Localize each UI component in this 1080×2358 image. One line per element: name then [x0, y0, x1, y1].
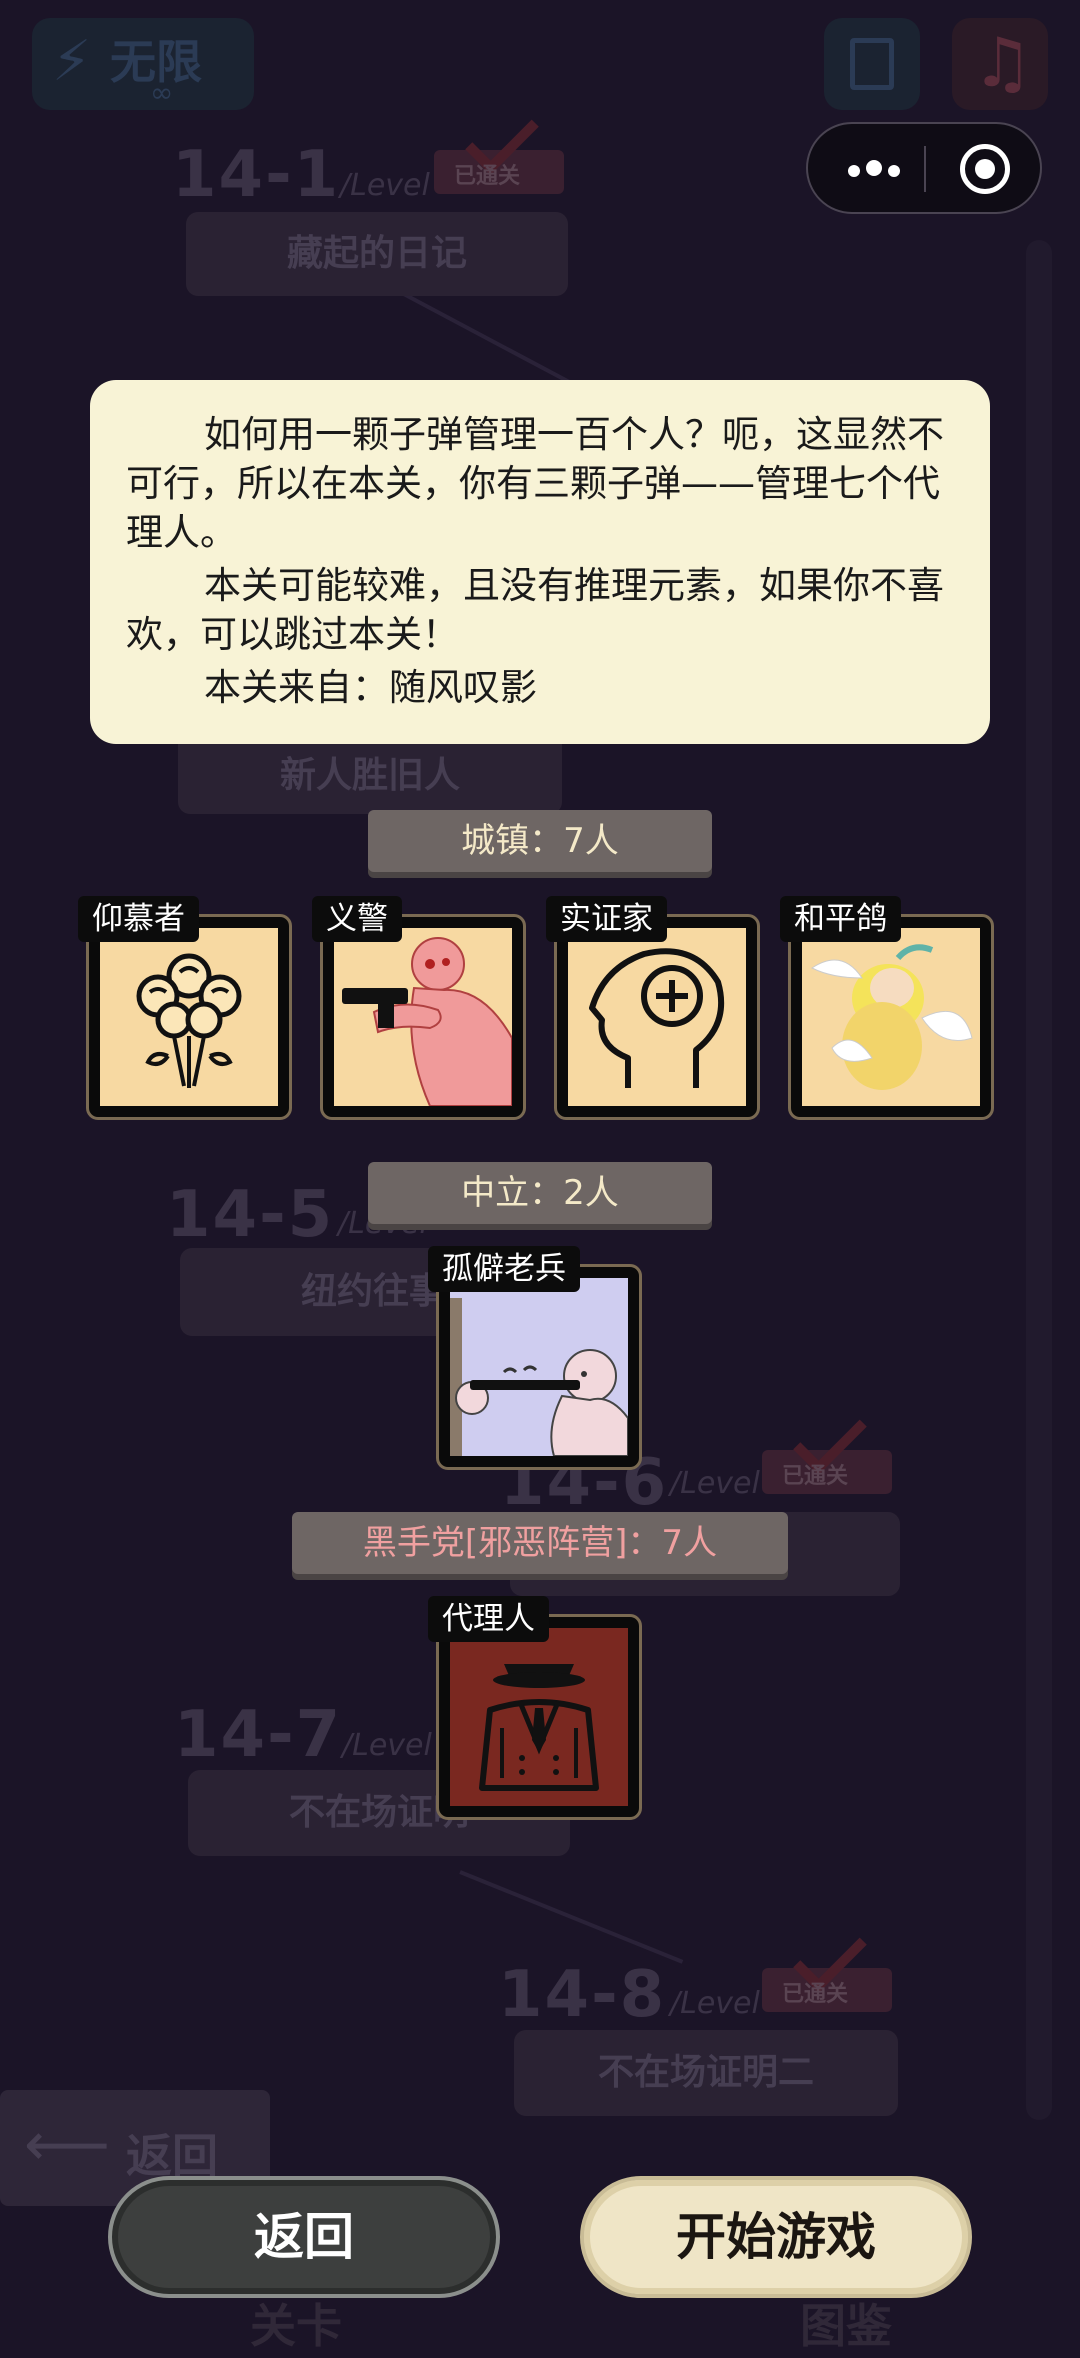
faction-header-mafia: 黑手党[邪恶阵营]：7人: [292, 1512, 788, 1574]
level-title: 新人胜旧人: [279, 755, 460, 796]
role-card-agent[interactable]: 代理人: [428, 1596, 642, 1820]
role-name: 仰慕者: [78, 896, 199, 942]
target-close-icon[interactable]: [960, 144, 1010, 194]
cleared-label: 已通关: [782, 1982, 849, 2007]
dove-angel-icon: [802, 928, 980, 1106]
veteran-gun-icon: [450, 1278, 628, 1456]
music-button[interactable]: ♫: [952, 18, 1048, 110]
miniprogram-capsule: [806, 122, 1042, 214]
cleared-badge: 已通关: [762, 1401, 892, 1508]
level-tag: /Level: [670, 1466, 760, 1501]
cleared-label: 已通关: [782, 1464, 849, 1489]
cleared-badge: 已通关: [762, 1919, 892, 2026]
music-note-icon: ♫: [972, 24, 1033, 103]
lightning-icon: ⚡: [52, 29, 92, 94]
description-source: 本关来自：随风叹影: [204, 666, 537, 709]
level-card[interactable]: 不在场证明二: [514, 2030, 898, 2116]
faction-header-town: 城镇：7人: [368, 810, 712, 872]
role-card-empiricist[interactable]: 实证家: [546, 896, 760, 1120]
role-card-peace-dove[interactable]: 和平鸽: [780, 896, 994, 1120]
role-card-vigilante[interactable]: 义警: [312, 896, 526, 1120]
level-number: 14-1: [172, 138, 341, 212]
gunman-icon: [334, 928, 512, 1106]
roses-icon: [100, 928, 278, 1106]
capsule-divider: [924, 146, 926, 192]
map-bottom-label: 关卡: [250, 2299, 342, 2353]
agent-suit-icon: [450, 1628, 628, 1806]
map-path: [459, 1870, 684, 1964]
notes-button[interactable]: [824, 18, 920, 110]
document-icon: [850, 38, 894, 90]
level-tag: /Level: [340, 168, 430, 203]
description-paragraph: 本关可能较难，且没有推理元素，如果你不喜欢，可以跳过本关！: [126, 564, 944, 656]
head-plus-icon: [568, 928, 746, 1106]
description-paragraph: 如何用一颗子弹管理一百个人？呃，这显然不可行，所以在本关，你有三颗子弹——管理七…: [126, 413, 944, 554]
level-title: 藏起的日记: [286, 233, 467, 274]
role-card-veteran[interactable]: 孤僻老兵: [428, 1246, 642, 1470]
faction-header-neutral: 中立：2人: [368, 1162, 712, 1224]
role-name: 和平鸽: [780, 896, 901, 942]
role-card-admirer[interactable]: 仰慕者: [78, 896, 292, 1120]
cleared-label: 已通关: [454, 164, 521, 189]
start-game-button[interactable]: 开始游戏: [580, 2176, 972, 2298]
arrow-left-icon: ⟵: [24, 2110, 111, 2180]
role-name: 实证家: [546, 896, 667, 942]
cleared-badge: 已通关: [434, 101, 564, 208]
back-button[interactable]: 返回: [108, 2176, 500, 2298]
energy-badge[interactable]: ⚡ 无限 ∞: [32, 18, 254, 110]
level-card[interactable]: 藏起的日记: [186, 212, 568, 296]
level-title: 不在场证明二: [597, 2052, 814, 2093]
scrollbar[interactable]: [1026, 240, 1052, 2120]
level-number: 14-8: [498, 1958, 667, 2032]
role-name: 代理人: [428, 1596, 549, 1642]
level-title: 纽约往事: [300, 1271, 445, 1312]
infinity-label: ∞: [150, 76, 174, 109]
level-number: 14-5: [166, 1178, 335, 1252]
level-tag: /Level: [670, 1986, 760, 2021]
level-number: 14-7: [174, 1698, 343, 1772]
more-dots-icon[interactable]: [848, 160, 906, 181]
role-name: 义警: [312, 896, 402, 942]
map-bottom-label-right: 图鉴: [800, 2299, 892, 2353]
role-name: 孤僻老兵: [428, 1246, 580, 1292]
level-tag: /Level: [342, 1728, 432, 1763]
level-description-panel: 如何用一颗子弹管理一百个人？呃，这显然不可行，所以在本关，你有三颗子弹——管理七…: [90, 380, 990, 744]
